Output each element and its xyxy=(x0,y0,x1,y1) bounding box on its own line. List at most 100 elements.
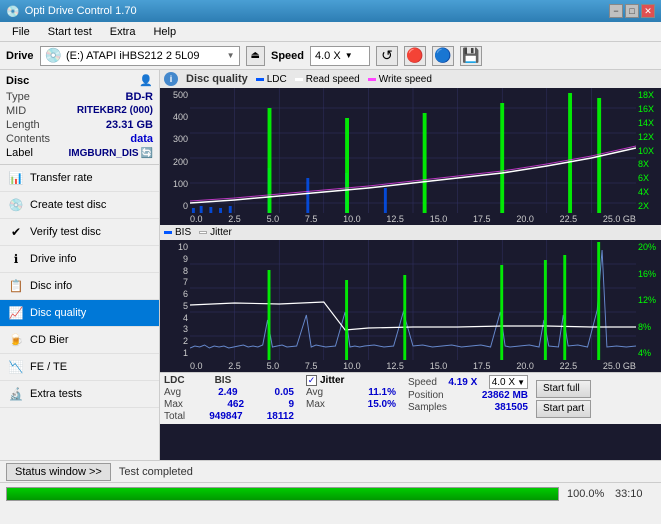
sidebar: Disc 👤 Type BD-R MID RITEKBR2 (000) Leng… xyxy=(0,70,160,460)
write-speed-legend-label: Write speed xyxy=(379,74,432,85)
total-label: Total xyxy=(164,411,185,422)
legend-bis: BIS xyxy=(164,227,191,238)
position-label: Position xyxy=(408,390,444,401)
nav-disc-quality-label: Disc quality xyxy=(30,307,86,319)
chart1-svg-area xyxy=(190,88,636,213)
jitter-max: 15.0% xyxy=(368,399,396,410)
chart1-y-axis-right: 18X 16X 14X 12X 10X 8X 6X 4X 2X xyxy=(636,88,661,213)
extra-tests-icon: 🔬 xyxy=(8,386,24,402)
save-button[interactable]: 💾 xyxy=(460,46,482,66)
speed-position-stats: Speed 4.19 X 4.0 X ▼ Position 23862 MB S… xyxy=(408,375,528,422)
chart1-x-axis: 0.0 2.5 5.0 7.5 10.0 12.5 15.0 17.5 20.0… xyxy=(160,213,661,225)
disc-info-icon: 📋 xyxy=(8,278,24,294)
app-title: Opti Drive Control 1.70 xyxy=(25,5,137,17)
nav-fe-te[interactable]: 📉 FE / TE xyxy=(0,354,159,381)
disc-panel-title: Disc xyxy=(6,75,29,87)
app-icon: 💿 xyxy=(6,5,20,18)
maximize-button[interactable]: □ xyxy=(625,4,639,18)
start-full-button[interactable]: Start full xyxy=(536,380,591,398)
icon-button-2[interactable]: 🔵 xyxy=(432,46,454,66)
transfer-rate-icon: 📊 xyxy=(8,170,24,186)
jitter-avg-row: Avg 11.1% xyxy=(306,387,396,398)
samples-row: Samples 381505 xyxy=(408,402,528,413)
avg-row: Avg 2.49 0.05 xyxy=(164,387,294,398)
nav-disc-quality[interactable]: 📈 Disc quality xyxy=(0,300,159,327)
legend-ldc: LDC xyxy=(256,74,287,85)
ldc-legend-dot xyxy=(256,78,264,81)
samples-val: 381505 xyxy=(495,402,528,413)
max-bis: 9 xyxy=(288,399,294,410)
jitter-avg: 11.1% xyxy=(368,387,396,398)
speed-dropdown[interactable]: 4.0 X ▼ xyxy=(489,375,528,389)
drive-label: Drive xyxy=(6,50,34,62)
jitter-legend-label: Jitter xyxy=(210,227,232,238)
nav-fe-te-label: FE / TE xyxy=(30,361,67,373)
nav-disc-info[interactable]: 📋 Disc info xyxy=(0,273,159,300)
bis-legend-label: BIS xyxy=(175,227,191,238)
chart1: 500 400 300 200 100 0 xyxy=(160,88,661,213)
speed-stat-label: Speed xyxy=(408,377,437,388)
menu-bar: File Start test Extra Help xyxy=(0,22,661,42)
mid-label: MID xyxy=(6,105,26,117)
nav-drive-info-label: Drive info xyxy=(30,253,76,265)
max-ldc: 462 xyxy=(227,399,244,410)
chart2-y-axis-right: 20% 16% 12% 8% 4% xyxy=(636,240,661,360)
start-buttons: Start full Start part xyxy=(536,375,591,422)
progress-time: 33:10 xyxy=(615,488,655,500)
disc-quality-icon: 📈 xyxy=(8,305,24,321)
menu-help[interactable]: Help xyxy=(145,23,184,41)
chart1-title: Disc quality xyxy=(186,73,248,85)
avg-ldc: 2.49 xyxy=(218,387,237,398)
nav-transfer-rate-label: Transfer rate xyxy=(30,172,93,184)
refresh-button[interactable]: ↺ xyxy=(376,46,398,66)
nav-drive-info[interactable]: ℹ Drive info xyxy=(0,246,159,273)
jitter-checkbox[interactable]: ✓ xyxy=(306,375,317,386)
disc-panel: Disc 👤 Type BD-R MID RITEKBR2 (000) Leng… xyxy=(0,70,159,165)
nav-extra-tests-label: Extra tests xyxy=(30,388,82,400)
verify-test-disc-icon: ✔ xyxy=(8,224,24,240)
samples-label: Samples xyxy=(408,402,447,413)
menu-start-test[interactable]: Start test xyxy=(40,23,100,41)
position-row: Position 23862 MB xyxy=(408,390,528,401)
total-row: Total 949847 18112 xyxy=(164,411,294,422)
read-speed-legend-label: Read speed xyxy=(306,74,360,85)
chart2-svg-area xyxy=(190,240,636,360)
title-bar: 💿 Opti Drive Control 1.70 − □ ✕ xyxy=(0,0,661,22)
stats-bar: LDC BIS Avg 2.49 0.05 Max 462 9 Total 94… xyxy=(160,372,661,424)
legend-read-speed: Read speed xyxy=(295,74,360,85)
cd-bier-icon: 🍺 xyxy=(8,332,24,348)
drive-selector[interactable]: 💿 (E:) ATAPI iHBS212 2 5L09 ▼ xyxy=(40,46,240,66)
progress-bar-area: 100.0% 33:10 xyxy=(0,482,661,504)
icon-button-1[interactable]: 🔴 xyxy=(404,46,426,66)
drive-info-icon: ℹ xyxy=(8,251,24,267)
drive-value: (E:) ATAPI iHBS212 2 5L09 xyxy=(66,50,223,62)
close-button[interactable]: ✕ xyxy=(641,4,655,18)
contents-label: Contents xyxy=(6,133,50,145)
chart2-y-axis-left: 10 9 8 7 6 5 4 3 2 1 xyxy=(160,240,190,360)
jitter-checkbox-row[interactable]: ✓ Jitter xyxy=(306,375,396,386)
length-label: Length xyxy=(6,119,40,131)
eject-button[interactable]: ⏏ xyxy=(246,46,265,66)
avg-label: Avg xyxy=(164,387,181,398)
speed-selector[interactable]: 4.0 X ▼ xyxy=(310,46,370,66)
speed-row: Speed 4.19 X 4.0 X ▼ xyxy=(408,375,528,389)
start-part-button[interactable]: Start part xyxy=(536,400,591,418)
label-icon: 🔄 xyxy=(141,148,153,159)
nav-cd-bier[interactable]: 🍺 CD Bier xyxy=(0,327,159,354)
status-window-button[interactable]: Status window >> xyxy=(6,463,111,481)
speed-stat-val: 4.19 X xyxy=(448,377,477,388)
menu-file[interactable]: File xyxy=(4,23,38,41)
menu-extra[interactable]: Extra xyxy=(102,23,144,41)
type-label: Type xyxy=(6,91,30,103)
length-value: 23.31 GB xyxy=(106,119,153,131)
label-label: Label xyxy=(6,147,33,159)
disc-quality-chart-icon: i xyxy=(164,72,178,86)
nav-create-test-disc[interactable]: 💿 Create test disc xyxy=(0,192,159,219)
position-val: 23862 MB xyxy=(482,390,528,401)
minimize-button[interactable]: − xyxy=(609,4,623,18)
nav-verify-test-disc[interactable]: ✔ Verify test disc xyxy=(0,219,159,246)
jitter-stats: ✓ Jitter Avg 11.1% Max 15.0% xyxy=(306,375,396,422)
label-value: IMGBURN_DIS xyxy=(69,148,139,159)
nav-transfer-rate[interactable]: 📊 Transfer rate xyxy=(0,165,159,192)
nav-extra-tests[interactable]: 🔬 Extra tests xyxy=(0,381,159,408)
